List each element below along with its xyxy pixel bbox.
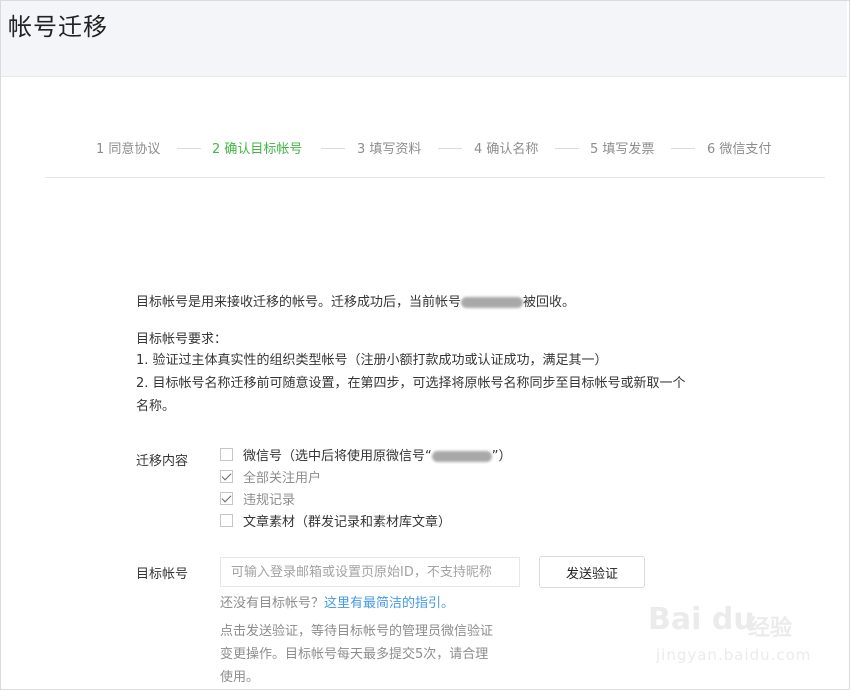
watermark-cn: 经验	[748, 616, 793, 641]
violation-records-checkbox	[220, 491, 233, 505]
step-5: 5 填写发票	[590, 142, 655, 157]
requirement-item-2-cont: 名称。	[136, 399, 176, 414]
wechat-id-checkbox[interactable]	[220, 447, 233, 461]
all-followers-label: 全部关注用户	[243, 470, 322, 486]
step-separator	[177, 148, 201, 149]
guide-link[interactable]: 这里有最简洁的指引。	[324, 596, 454, 611]
article-materials-checkbox[interactable]	[220, 513, 233, 527]
target-account-input[interactable]	[220, 557, 520, 587]
redacted-wechat-id	[431, 450, 492, 462]
requirements-title: 目标帐号要求：	[136, 332, 228, 347]
step-4: 4 确认名称	[474, 142, 539, 157]
redacted-account-name	[461, 297, 524, 308]
step-1: 1 同意协议	[96, 142, 161, 157]
step-indicator: 1 同意协议 2 确认目标帐号 3 填写资料 4 确认名称 5 填写发票 6 微…	[0, 138, 850, 158]
violation-records-label: 违规记录	[243, 492, 296, 508]
divider	[45, 177, 825, 178]
watermark-logo: Bai du	[648, 602, 755, 637]
requirement-item-2: 2. 目标帐号名称迁移前可随意设置，在第四步，可选择将原帐号名称同步至目标帐号或…	[136, 376, 686, 391]
requirement-item-1: 1. 验证过主体真实性的组织类型帐号（注册小额打款成功或认证成功，满足其一）	[136, 353, 608, 368]
option-violation-records: 违规记录	[220, 489, 296, 508]
baidu-jingyan-watermark: Bai du 经验 jingyan.baidu.com	[648, 596, 812, 676]
watermark-url: jingyan.baidu.com	[656, 646, 812, 664]
migrate-content-label: 迁移内容	[136, 454, 189, 469]
option-article-materials[interactable]: 文章素材（群发记录和素材库文章）	[220, 511, 452, 530]
page-header: 帐号迁移	[1, 1, 847, 77]
step-3: 3 填写资料	[357, 142, 422, 157]
step-separator	[321, 148, 345, 149]
verification-note-line-1: 点击发送验证，等待目标帐号的管理员微信验证	[220, 624, 494, 639]
step-separator	[555, 148, 579, 149]
send-verification-button[interactable]: 发送验证	[539, 556, 645, 588]
verification-note-line-2: 变更操作。目标帐号每天最多提交5次，请合理	[220, 647, 489, 662]
intro-text: 目标帐号是用来接收迁移的帐号。迁移成功后，当前帐号 被回收。	[136, 295, 576, 310]
step-separator	[438, 148, 462, 149]
wechat-id-label: 微信号（选中后将使用原微信号“”）	[243, 448, 512, 464]
article-materials-label: 文章素材（群发记录和素材库文章）	[243, 514, 452, 530]
step-2: 2 确认目标帐号	[212, 142, 303, 157]
verification-note-line-3: 使用。	[220, 670, 260, 685]
no-account-hint: 还没有目标帐号？这里有最简洁的指引。	[220, 596, 455, 611]
option-wechat-id[interactable]: 微信号（选中后将使用原微信号“”）	[220, 445, 512, 464]
option-all-followers: 全部关注用户	[220, 467, 322, 486]
step-6: 6 微信支付	[707, 142, 772, 157]
step-separator	[671, 148, 695, 149]
page-title: 帐号迁移	[8, 13, 108, 41]
all-followers-checkbox	[220, 469, 233, 483]
target-account-label: 目标帐号	[136, 567, 189, 582]
